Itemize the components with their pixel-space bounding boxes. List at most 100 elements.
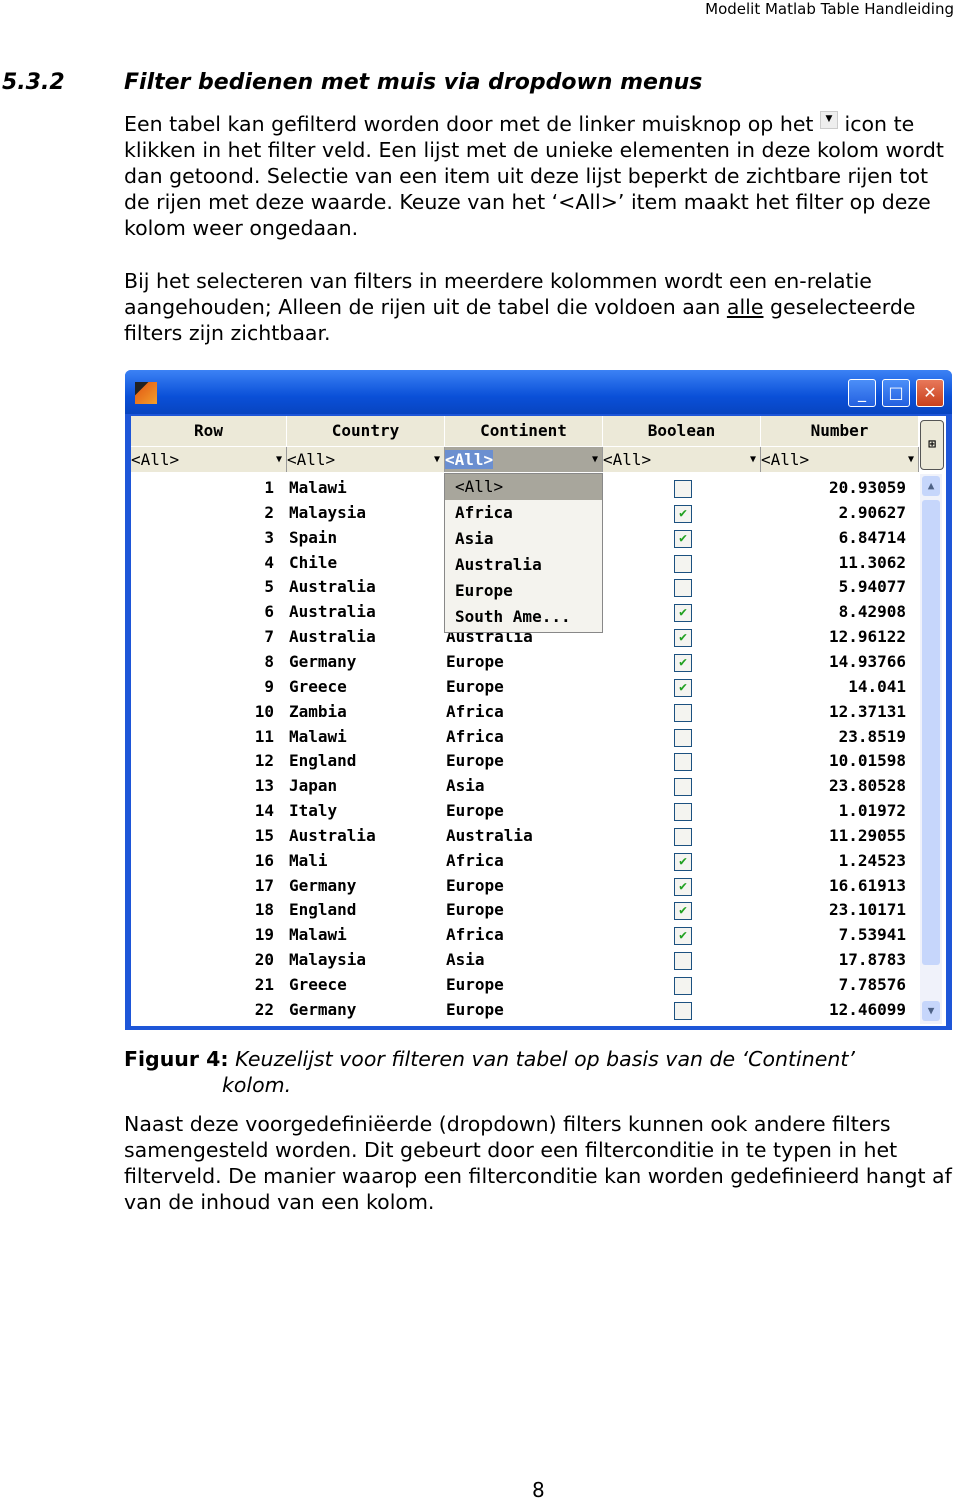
- continent-cell: Africa: [446, 726, 504, 746]
- row-index: 5: [264, 577, 274, 597]
- close-button[interactable]: ✕: [916, 379, 944, 407]
- continent-cell: Europe: [446, 651, 504, 671]
- number-cell: 7.53941: [838, 925, 906, 945]
- number-cell: 12.46099: [828, 999, 906, 1019]
- column-header-number[interactable]: Number: [761, 416, 918, 446]
- page-number: 8: [532, 1478, 545, 1499]
- boolean-checkbox[interactable]: [674, 1001, 692, 1020]
- country-cell: England: [289, 751, 357, 771]
- country-cell: Malawi: [289, 925, 347, 945]
- country-cell: Greece: [289, 676, 347, 696]
- row-index: 21: [254, 975, 274, 994]
- boolean-checkbox[interactable]: ✔: [674, 852, 692, 871]
- number-cell: 10.01598: [828, 751, 906, 771]
- scrollbar-thumb[interactable]: [922, 500, 940, 965]
- number-cell: 23.8519: [838, 726, 906, 746]
- country-cell: Germany: [289, 875, 357, 895]
- number-cell: 8.42908: [838, 602, 906, 622]
- dropdown-arrow-icon[interactable]: ▼: [592, 447, 598, 472]
- boolean-checkbox[interactable]: [674, 827, 692, 846]
- row-index: 9: [264, 676, 274, 696]
- row-index: 16: [254, 850, 274, 870]
- dropdown-arrow-icon[interactable]: ▼: [750, 447, 756, 472]
- boolean-checkbox[interactable]: ✔: [674, 902, 692, 921]
- boolean-checkbox[interactable]: [674, 579, 692, 598]
- vertical-scrollbar[interactable]: ▲ ▼: [920, 474, 942, 1024]
- running-header: Modelit Matlab Table Handleiding: [705, 0, 954, 18]
- filter-country[interactable]: <All> ▼: [287, 447, 445, 472]
- number-cell: 14.041: [848, 676, 906, 696]
- dropdown-item[interactable]: South Ame...: [445, 604, 602, 630]
- scroll-down-icon[interactable]: ▼: [922, 1001, 940, 1021]
- country-cell: Japan: [289, 776, 338, 796]
- table-area: Row Country Continent Boolean Number <Al…: [131, 416, 946, 1026]
- number-cell: 17.8783: [838, 950, 906, 970]
- country-cell: Germany: [289, 651, 357, 671]
- column-settings-icon[interactable]: ⊞: [920, 420, 944, 470]
- row-index: 11: [254, 726, 274, 746]
- number-cell: 23.80528: [828, 776, 906, 796]
- country-cell: Malaysia: [289, 950, 367, 970]
- boolean-checkbox[interactable]: ✔: [674, 678, 692, 697]
- dropdown-arrow-icon[interactable]: ▼: [434, 447, 440, 472]
- title-bar[interactable]: _ □ ✕: [125, 370, 952, 414]
- dropdown-item[interactable]: Europe: [445, 578, 602, 604]
- continent-cell: Australia: [446, 825, 533, 845]
- number-cell: 11.29055: [828, 825, 906, 845]
- row-index: 3: [264, 527, 274, 547]
- filter-number[interactable]: <All> ▼: [761, 447, 919, 472]
- section-number: 5.3.2: [2, 70, 65, 95]
- caption-label: Figuur 4:: [124, 1047, 229, 1071]
- row-index: 14: [254, 801, 274, 821]
- boolean-checkbox[interactable]: [674, 977, 692, 995]
- country-cell: Malaysia: [289, 502, 367, 522]
- dropdown-item[interactable]: Africa: [445, 500, 602, 526]
- scroll-up-icon[interactable]: ▲: [922, 476, 940, 496]
- boolean-checkbox[interactable]: ✔: [674, 504, 692, 523]
- dropdown-arrow-icon[interactable]: ▼: [908, 447, 914, 472]
- boolean-checkbox[interactable]: ✔: [674, 653, 692, 672]
- country-cell: Malawi: [289, 478, 347, 497]
- boolean-checkbox[interactable]: ✔: [674, 927, 692, 946]
- boolean-checkbox[interactable]: [674, 778, 692, 797]
- boolean-checkbox[interactable]: ✔: [674, 877, 692, 896]
- row-index: 18: [254, 900, 274, 920]
- dropdown-item[interactable]: Asia: [445, 526, 602, 552]
- boolean-checkbox[interactable]: [674, 554, 692, 573]
- dropdown-item[interactable]: <All>: [445, 474, 602, 500]
- column-header-row[interactable]: Row: [131, 416, 286, 446]
- boolean-checkbox[interactable]: [674, 753, 692, 772]
- country-cell: Australia: [289, 577, 376, 597]
- matlab-logo-icon: [135, 382, 157, 404]
- column-header-country[interactable]: Country: [287, 416, 444, 446]
- minimize-button[interactable]: _: [848, 379, 876, 407]
- boolean-checkbox[interactable]: [674, 480, 692, 498]
- boolean-checkbox[interactable]: [674, 703, 692, 722]
- row-index: 8: [264, 651, 274, 671]
- country-cell: Australia: [289, 627, 376, 647]
- filter-value: <All>: [131, 450, 180, 469]
- column-header-continent[interactable]: Continent: [445, 416, 602, 446]
- row-index: 10: [254, 701, 274, 721]
- boolean-checkbox[interactable]: ✔: [674, 604, 692, 623]
- filter-continent[interactable]: <All> ▼: [445, 447, 603, 472]
- country-cell: England: [289, 900, 357, 920]
- country-cell: Mali: [289, 850, 328, 870]
- boolean-checkbox[interactable]: ✔: [674, 629, 692, 648]
- filter-row[interactable]: <All> ▼: [131, 447, 287, 472]
- boolean-checkbox[interactable]: [674, 952, 692, 971]
- filter-boolean[interactable]: <All> ▼: [603, 447, 761, 472]
- maximize-button[interactable]: □: [882, 379, 910, 407]
- boolean-checkbox[interactable]: [674, 803, 692, 822]
- continent-cell: Europe: [446, 801, 504, 821]
- boolean-checkbox[interactable]: [674, 728, 692, 747]
- dropdown-arrow-icon: ▼: [820, 111, 839, 129]
- text: Een tabel kan gefilterd worden door met …: [124, 112, 814, 136]
- dropdown-arrow-icon[interactable]: ▼: [276, 447, 282, 472]
- number-cell: 23.10171: [828, 900, 906, 920]
- boolean-checkbox[interactable]: ✔: [674, 529, 692, 548]
- number-cell: 2.90627: [838, 502, 906, 522]
- column-header-boolean[interactable]: Boolean: [603, 416, 760, 446]
- caption-text: Keuzelijst voor filteren van tabel op ba…: [235, 1047, 855, 1071]
- dropdown-item[interactable]: Australia: [445, 552, 602, 578]
